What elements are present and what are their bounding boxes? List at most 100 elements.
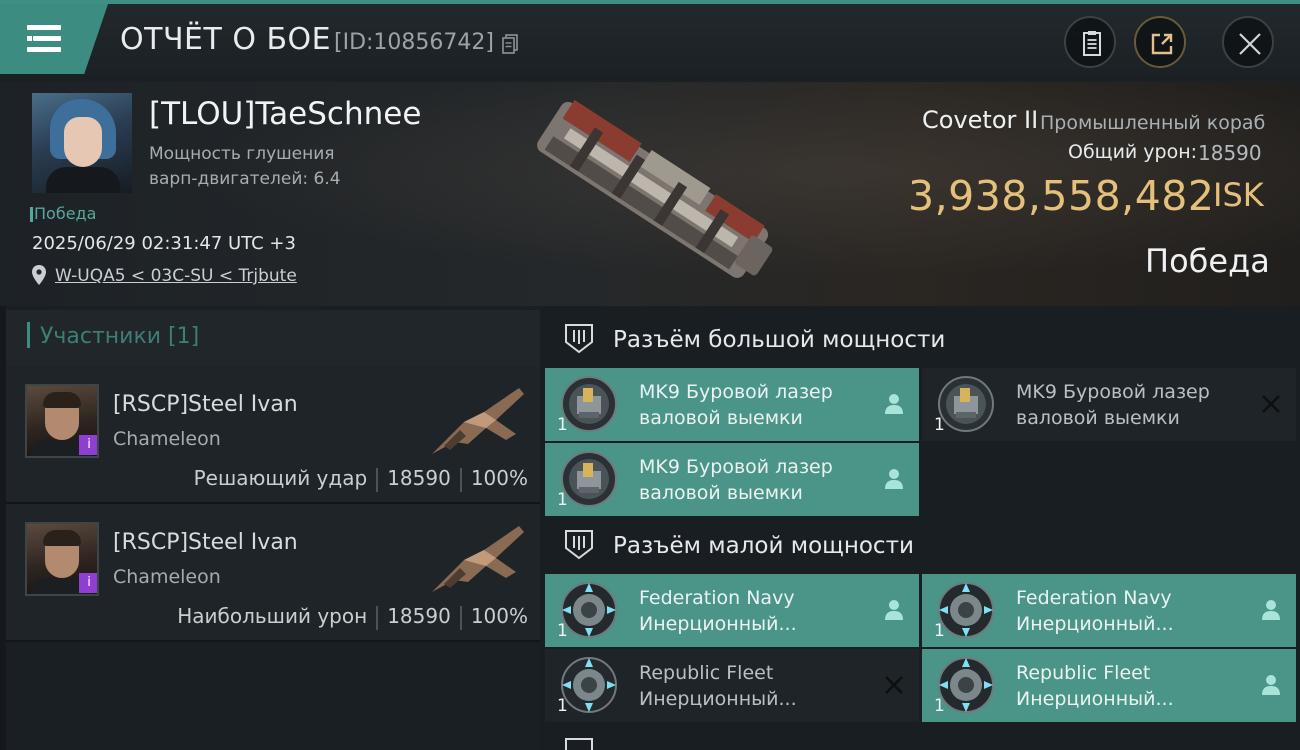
module-slot[interactable]: 1 Federation Navy Инерционный... (922, 574, 1296, 647)
isk-value: 3,938,558,482 (908, 172, 1215, 220)
attacker-name: [RSCP]Steel Ivan (113, 530, 298, 555)
person-icon (1262, 600, 1280, 620)
isk-unit: ISK (1213, 176, 1264, 214)
total-damage-label: Общий урон: (1068, 141, 1198, 163)
module-name-line: Инерционный... (1016, 613, 1174, 635)
attacker-row[interactable]: i [RSCP]Steel Ivan Chameleon Решающий уд… (6, 366, 540, 504)
share-icon (1151, 33, 1173, 55)
inertial-stabilizer-icon (938, 582, 994, 638)
high-slot-header: Разъём большой мощности (545, 314, 1300, 366)
victim-ship-class: Промышленный корабль (1040, 112, 1265, 134)
battle-outcome: Победа (1145, 242, 1270, 280)
module-name: Federation Navy Инерционный... (639, 585, 869, 637)
high-slot-icon (565, 324, 593, 354)
module-name-line: Republic Fleet (639, 662, 774, 684)
report-id: [ID:10856742] (334, 30, 494, 55)
module-name: Republic Fleet Инерционный... (1016, 660, 1246, 712)
next-slot-header (545, 728, 1300, 750)
attacker-percent: 100% (470, 604, 528, 628)
inertial-stabilizer-icon (938, 657, 994, 713)
copy-icon[interactable] (502, 34, 518, 54)
module-quantity: 1 (557, 490, 568, 510)
victim-ship-image (537, 99, 773, 278)
module-quantity: 1 (557, 415, 568, 435)
person-icon (885, 600, 903, 620)
person-icon (885, 469, 903, 489)
attacker-role: Наибольший урон (177, 604, 368, 628)
module-quantity: 1 (934, 415, 945, 435)
kill-datetime: 2025/06/29 02:31:47 UTC +3 (32, 233, 296, 254)
victim-result-tag: Победа (29, 204, 97, 223)
person-icon (1262, 675, 1280, 695)
attacker-percent: 100% (470, 466, 528, 490)
clipboard-icon (1083, 31, 1101, 56)
slot-icon (565, 738, 593, 750)
attacker-name: [RSCP]Steel Ivan (113, 392, 298, 417)
page-title: ОТЧЁТ О БОЕ (120, 22, 332, 57)
kill-location-link[interactable]: W-UQA5 < 03C-SU < Trjbute (55, 266, 297, 286)
module-slot[interactable]: 1 MK9 Буровой лазер валовой выемки (922, 368, 1296, 441)
participants-title-marker (27, 322, 30, 348)
inertial-stabilizer-icon (561, 582, 617, 638)
module-quantity: 1 (934, 696, 945, 716)
attacker-badge: i (79, 573, 97, 593)
module-name-line: валовой выемки (1016, 407, 1180, 429)
module-name-line: валовой выемки (639, 482, 803, 504)
attacker-ship-image (432, 388, 524, 454)
close-icon (1239, 33, 1261, 55)
module-name-line: Federation Navy (639, 587, 795, 609)
attacker-row[interactable]: i [RSCP]Steel Ivan Chameleon Наибольший … (6, 504, 540, 642)
module-slot[interactable]: 1 Republic Fleet Инерционный... (922, 649, 1296, 722)
location-pin-icon (32, 265, 46, 285)
attacker-ship: Chameleon (113, 566, 221, 588)
attacker-stats: Наибольший урон 18590 100% (177, 604, 528, 630)
module-quantity: 1 (557, 621, 568, 641)
module-slot[interactable]: 1 Republic Fleet Инерционный... (545, 649, 919, 722)
share-button[interactable] (1134, 16, 1186, 68)
total-damage-value: 18590 (1198, 141, 1262, 165)
close-button[interactable] (1222, 16, 1274, 68)
module-name: Federation Navy Инерционный... (1016, 585, 1246, 637)
module-slot[interactable]: 1 Federation Navy Инерционный... (545, 574, 919, 647)
module-slot[interactable]: 1 MK9 Буровой лазер валовой выемки (545, 368, 919, 441)
module-quantity: 1 (934, 621, 945, 641)
attacker-role: Решающий удар (193, 466, 368, 490)
menu-icon-bar (27, 47, 61, 52)
module-name-line: Инерционный... (1016, 688, 1174, 710)
menu-icon (27, 25, 61, 30)
module-name: Republic Fleet Инерционный... (639, 660, 869, 712)
attacker-avatar[interactable]: i (25, 522, 99, 596)
module-name: MK9 Буровой лазер валовой выемки (639, 454, 869, 506)
high-slot-title: Разъём большой мощности (613, 327, 946, 353)
victim-avatar[interactable] (32, 93, 132, 193)
warp-stat-label: Мощность глушения (149, 144, 335, 164)
low-slot-icon (565, 530, 593, 560)
module-name: MK9 Буровой лазер валовой выемки (639, 379, 869, 431)
menu-icon-bar (33, 36, 61, 41)
attacker-damage: 18590 (387, 604, 451, 628)
module-name-line: MK9 Буровой лазер (639, 456, 833, 478)
inertial-stabilizer-icon (561, 657, 617, 713)
module-name-line: Republic Fleet (1016, 662, 1151, 684)
clipboard-button[interactable] (1064, 16, 1116, 68)
module-name-line: MK9 Буровой лазер (639, 381, 833, 403)
mining-laser-icon (561, 376, 617, 432)
participants-title: Участники [1] (40, 324, 200, 349)
person-icon (885, 394, 903, 414)
x-mark-icon (885, 676, 903, 694)
module-name-line: Инерционный... (639, 688, 797, 710)
attacker-avatar[interactable]: i (25, 384, 99, 458)
victim-name[interactable]: [TLOU]TaeSchnee (149, 96, 421, 132)
victim-ship-name[interactable]: Covetor II (922, 106, 1038, 134)
mining-laser-icon (938, 376, 994, 432)
attacker-damage: 18590 (387, 466, 451, 490)
module-slot[interactable]: 1 MK9 Буровой лазер валовой выемки (545, 443, 919, 516)
warp-stat-value: варп-двигателей: 6.4 (149, 169, 341, 189)
attacker-ship-image (432, 526, 524, 592)
menu-icon-dot (27, 36, 32, 41)
module-name-line: валовой выемки (639, 407, 803, 429)
module-name-line: Инерционный... (639, 613, 797, 635)
attacker-stats: Решающий удар 18590 100% (194, 466, 528, 492)
attacker-badge: i (79, 435, 97, 455)
module-quantity: 1 (557, 696, 568, 716)
